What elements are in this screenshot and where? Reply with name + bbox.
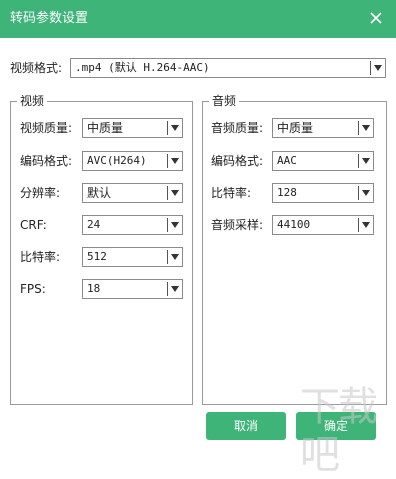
audio-bitrate-value: 128 [277,186,297,199]
fps-value: 18 [87,282,101,295]
video-group-title: 视频 [17,93,48,109]
fps-select[interactable]: 18 [82,279,183,299]
resolution-value: 默认 [87,186,112,200]
chevron-down-icon [362,158,370,164]
video-bitrate-select[interactable]: 512 [82,247,183,267]
audio-samplerate-label: 音频采样: [211,218,264,232]
select-separator [167,121,168,135]
fps-label: FPS: [20,282,46,296]
video-bitrate-label: 比特率: [20,250,61,264]
select-separator [167,282,168,296]
select-separator [167,186,168,200]
video-quality-label: 视频质量: [20,121,73,135]
resolution-select[interactable]: 默认 [82,183,183,203]
audio-quality-value: 中质量 [277,121,314,135]
audio-group: 音频 [202,93,387,405]
audio-codec-value: AAC [277,154,297,167]
chevron-down-icon [171,125,179,131]
chevron-down-icon [362,190,370,196]
format-select-value: .mp4 (默认 H.264-AAC) [75,61,210,74]
format-select[interactable]: .mp4 (默认 H.264-AAC) [70,58,386,78]
audio-quality-label: 音频质量: [211,121,264,135]
chevron-down-icon [171,222,179,228]
select-separator [370,61,371,75]
audio-bitrate-label: 比特率: [211,186,252,200]
format-label: 视频格式: [10,61,63,75]
audio-bitrate-select[interactable]: 128 [272,183,374,203]
audio-samplerate-select[interactable]: 44100 [272,215,374,235]
video-quality-value: 中质量 [87,121,124,135]
title-bar: 转码参数设置 [0,0,396,38]
chevron-down-icon [362,222,370,228]
video-codec-label: 编码格式: [20,154,73,168]
select-separator [358,121,359,135]
chevron-down-icon [171,158,179,164]
dialog-title: 转码参数设置 [10,11,89,26]
chevron-down-icon [171,254,179,260]
audio-codec-select[interactable]: AAC [272,151,374,171]
video-codec-value: AVC(H264) [87,154,147,167]
chevron-down-icon [171,190,179,196]
select-separator [358,186,359,200]
crf-label: CRF: [20,218,47,232]
close-icon[interactable] [368,10,384,26]
video-bitrate-value: 512 [87,250,107,263]
video-quality-select[interactable]: 中质量 [82,118,183,138]
chevron-down-icon [374,65,382,71]
chevron-down-icon [362,125,370,131]
select-separator [167,250,168,264]
select-separator [167,154,168,168]
select-separator [358,154,359,168]
select-separator [167,218,168,232]
crf-value: 24 [87,218,101,231]
chevron-down-icon [171,286,179,292]
crf-select[interactable]: 24 [82,215,183,235]
watermark: 下载吧 [300,384,378,478]
select-separator [358,218,359,232]
audio-samplerate-value: 44100 [277,218,311,231]
transcode-settings-dialog: 转码参数设置 视频格式: .mp4 (默认 H.264-AAC) 视频 视频质量… [0,0,396,478]
video-codec-select[interactable]: AVC(H264) [82,151,183,171]
resolution-label: 分辨率: [20,186,61,200]
audio-group-title: 音频 [209,93,240,109]
cancel-button[interactable]: 取消 [206,412,286,440]
audio-quality-select[interactable]: 中质量 [272,118,374,138]
audio-codec-label: 编码格式: [211,154,264,168]
